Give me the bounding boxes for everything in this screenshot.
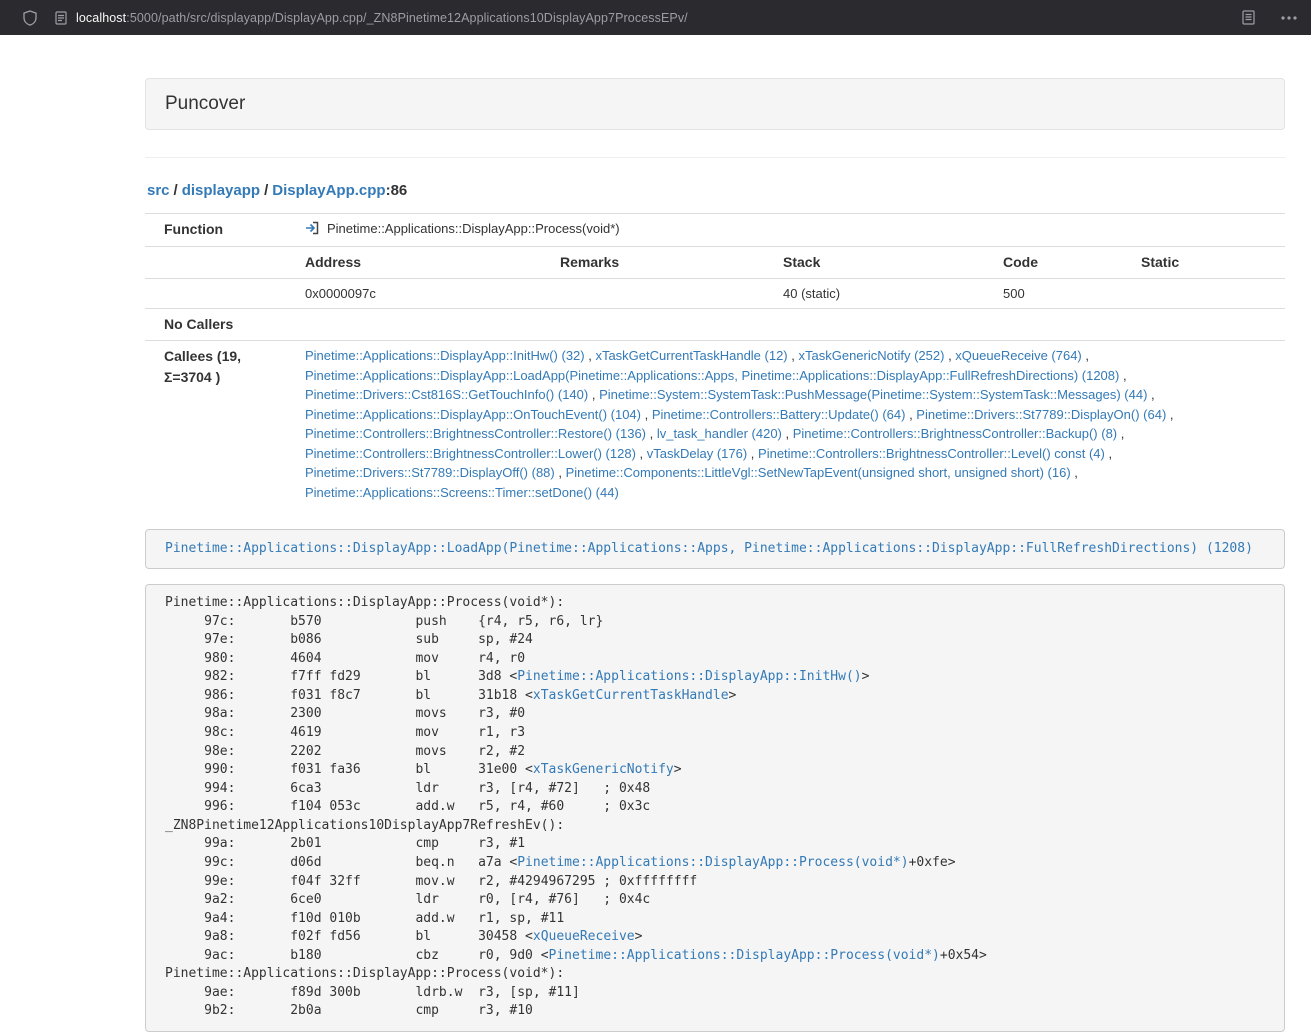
code-value: 500 [995,278,1133,309]
callee-link[interactable]: Pinetime::Drivers::St7789::DisplayOn() (… [916,407,1166,422]
divider [145,157,1285,158]
callee-link[interactable]: Pinetime::Drivers::Cst816S::GetTouchInfo… [305,387,588,402]
url-text: localhost:5000/path/src/displayapp/Displ… [76,11,688,25]
callee-link[interactable]: xTaskGetCurrentTaskHandle (12) [595,348,787,363]
reader-view-icon[interactable] [1242,10,1255,25]
overflow-menu-icon[interactable] [1281,16,1297,20]
function-name: Pinetime::Applications::DisplayApp::Proc… [327,221,620,236]
page-info-icon[interactable] [55,11,67,25]
function-symbol-icon [305,221,319,241]
callee-separator: , [944,348,955,363]
disasm-symbol-link[interactable]: xTaskGenericNotify [533,762,674,777]
callee-separator: , [1105,446,1112,461]
page-content: Puncover src/displayapp/DisplayApp.cpp:8… [145,78,1285,1032]
selected-symbol-box: Pinetime::Applications::DisplayApp::Load… [145,529,1285,569]
callee-link[interactable]: Pinetime::Controllers::Battery::Update()… [652,407,906,422]
callee-link[interactable]: Pinetime::Controllers::BrightnessControl… [305,446,636,461]
column-header-code: Code [995,246,1133,278]
disasm-symbol-link[interactable]: Pinetime::Applications::DisplayApp::Proc… [517,855,908,870]
callee-link[interactable]: Pinetime::System::SystemTask::PushMessag… [599,387,1147,402]
remarks-value [552,278,775,309]
selected-symbol-link[interactable]: Pinetime::Applications::DisplayApp::Load… [165,541,1253,556]
callee-link[interactable]: Pinetime::Applications::Screens::Timer::… [305,485,619,500]
no-callers-label: No Callers [145,309,297,341]
breadcrumb-displayapp-link[interactable]: displayapp [182,182,260,199]
callee-separator: , [641,407,652,422]
empty-label-cell [145,278,297,309]
url-host: localhost [76,11,126,25]
callee-link[interactable]: Pinetime::Drivers::St7789::DisplayOff() … [305,465,555,480]
disasm-symbol-link[interactable]: Pinetime::Applications::DisplayApp::Init… [517,669,861,684]
callee-separator: , [905,407,916,422]
callee-link[interactable]: Pinetime::Applications::DisplayApp::OnTo… [305,407,641,422]
function-name-cell: Pinetime::Applications::DisplayApp::Proc… [297,214,1285,247]
column-header-stack: Stack [775,246,995,278]
callee-separator: , [1166,407,1173,422]
callee-link[interactable]: Pinetime::Controllers::BrightnessControl… [305,426,646,441]
column-header-static: Static [1133,246,1285,278]
callee-separator: , [788,348,799,363]
app-header-panel: Puncover [145,78,1285,130]
breadcrumb: src/displayapp/DisplayApp.cpp:86 [147,182,1285,199]
tracking-shield-icon[interactable] [22,10,38,26]
detail-row: 0x0000097c 40 (static) 500 [145,278,1285,309]
no-callers-cell [297,309,1285,341]
callee-separator: , [782,426,793,441]
url-path: :5000/path/src/displayapp/DisplayApp.cpp… [126,11,688,25]
browser-toolbar: localhost:5000/path/src/displayapp/Displ… [0,0,1311,35]
breadcrumb-separator: / [170,182,182,199]
callee-link[interactable]: xTaskGenericNotify (252) [799,348,945,363]
address-value: 0x0000097c [297,278,552,309]
disassembly: Pinetime::Applications::DisplayApp::Proc… [145,584,1285,1032]
function-row: Function Pinetime::Applications::Display… [145,214,1285,247]
callee-separator: , [1082,348,1089,363]
callee-separator: , [1147,387,1154,402]
callees-label: Callees (19, Σ=3704 ) [145,341,297,508]
callee-link[interactable]: Pinetime::Controllers::BrightnessControl… [758,446,1105,461]
callee-separator: , [747,446,758,461]
disasm-symbol-link[interactable]: xQueueReceive [533,929,635,944]
disasm-symbol-link[interactable]: Pinetime::Applications::DisplayApp::Proc… [549,948,940,963]
callees-cell: Pinetime::Applications::DisplayApp::Init… [297,341,1285,508]
column-header-address: Address [297,246,552,278]
url-bar[interactable]: localhost:5000/path/src/displayapp/Displ… [55,11,1222,25]
detail-header-row: Address Remarks Stack Code Static [145,246,1285,278]
callee-link[interactable]: vTaskDelay (176) [647,446,747,461]
breadcrumb-src-link[interactable]: src [147,182,170,199]
callee-link[interactable]: Pinetime::Applications::DisplayApp::Init… [305,348,585,363]
callee-separator: , [555,465,566,480]
callee-link[interactable]: Pinetime::Components::LittleVgl::SetNewT… [566,465,1071,480]
callees-list: Pinetime::Applications::DisplayApp::Init… [305,346,1277,502]
callee-separator: , [1117,426,1124,441]
static-value [1133,278,1285,309]
callee-separator: , [1071,465,1078,480]
callee-link[interactable]: lv_task_handler (420) [657,426,782,441]
no-callers-row: No Callers [145,309,1285,341]
breadcrumb-separator: / [260,182,272,199]
breadcrumb-file-link[interactable]: DisplayApp.cpp [272,182,385,199]
app-title: Puncover [165,93,245,114]
disasm-symbol-link[interactable]: xTaskGetCurrentTaskHandle [533,688,729,703]
callee-link[interactable]: Pinetime::Applications::DisplayApp::Load… [305,368,1119,383]
callee-separator: , [636,446,647,461]
empty-label-cell [145,246,297,278]
column-header-remarks: Remarks [552,246,775,278]
function-label: Function [145,214,297,247]
callee-link[interactable]: Pinetime::Controllers::BrightnessControl… [793,426,1117,441]
callees-row: Callees (19, Σ=3704 ) Pinetime::Applicat… [145,341,1285,508]
callee-separator: , [1119,368,1126,383]
callee-separator: , [646,426,657,441]
stack-value: 40 (static) [775,278,995,309]
symbol-table: Function Pinetime::Applications::Display… [145,213,1285,507]
callee-separator: , [588,387,599,402]
toolbar-actions [1242,10,1297,25]
breadcrumb-line-number: :86 [386,182,408,199]
callee-separator: , [585,348,596,363]
callee-link[interactable]: xQueueReceive (764) [955,348,1081,363]
